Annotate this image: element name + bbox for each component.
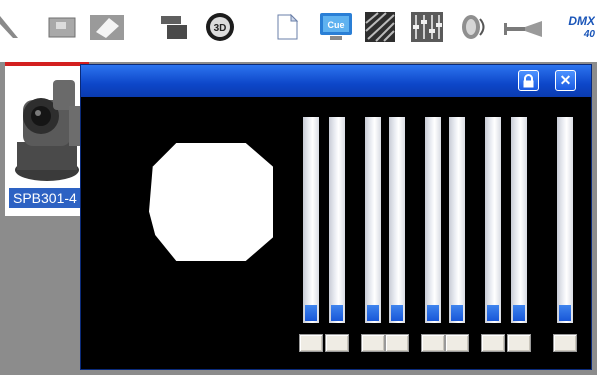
cue-monitor-icon: Cue [320, 13, 352, 40]
speaker-icon [462, 15, 485, 39]
3d-tool-label: 3D [214, 23, 227, 34]
close-button[interactable]: ✕ [555, 70, 576, 91]
cue-button[interactable]: Cue [318, 12, 354, 42]
control-window: ✕ [80, 64, 592, 370]
fader-6-slider[interactable] [449, 117, 465, 323]
fader-3-level [367, 305, 379, 321]
document-icon [277, 13, 299, 40]
fader-1-slider[interactable] [303, 117, 319, 323]
arrow-tool-icon [0, 16, 18, 38]
fader-7-level [487, 305, 499, 321]
toolbar: 3D Cue DMX 40 [0, 0, 597, 66]
strobe-button[interactable] [502, 12, 548, 42]
lock-button[interactable] [518, 70, 539, 91]
fader-7-slider[interactable] [485, 117, 501, 323]
effect-preview-shape [149, 143, 273, 261]
fader-5-level [427, 305, 439, 321]
fader-4-button[interactable] [385, 334, 409, 352]
3d-tool-button[interactable]: 3D [204, 12, 236, 42]
fader-1-button[interactable] [299, 334, 323, 352]
diamond-tool-button[interactable] [88, 12, 128, 42]
fader-3-slider[interactable] [365, 117, 381, 323]
diamond-tool-icon [90, 15, 124, 40]
close-icon: ✕ [559, 72, 572, 88]
arrow-tool-button[interactable] [0, 12, 22, 42]
mixer-faders-icon [411, 12, 443, 42]
device-label: SPB301-4 [9, 188, 89, 208]
lock-icon [523, 73, 534, 87]
striped-panel-icon [365, 12, 395, 42]
stack-tool-icon [161, 16, 187, 39]
camera-image [9, 72, 85, 184]
fader-2-slider[interactable] [329, 117, 345, 323]
document-button[interactable] [272, 12, 302, 42]
3d-tool-icon: 3D [206, 13, 234, 41]
app-window: 3D Cue DMX 40 SPB301-4 ✕ [0, 0, 597, 375]
fader-6-level [451, 305, 463, 321]
fader-4-level [391, 305, 403, 321]
fader-8-button[interactable] [507, 334, 531, 352]
fader-2-level [331, 305, 343, 321]
fader-4-slider[interactable] [389, 117, 405, 323]
fader-5-button[interactable] [421, 334, 445, 352]
fader-3-button[interactable] [361, 334, 385, 352]
fader-9-button[interactable] [553, 334, 577, 352]
brand-logo: DMX 40 [565, 14, 595, 42]
fader-7-button[interactable] [481, 334, 505, 352]
striped-panel-button[interactable] [364, 12, 396, 42]
mixer-button[interactable] [410, 12, 444, 42]
window-titlebar[interactable]: ✕ [81, 65, 591, 97]
fader-5-slider[interactable] [425, 117, 441, 323]
window-tool-button[interactable] [46, 12, 78, 42]
fader-2-button[interactable] [325, 334, 349, 352]
fader-9-slider[interactable] [557, 117, 573, 323]
stack-tool-button[interactable] [156, 12, 194, 42]
fader-1-level [305, 305, 317, 321]
strobe-icon [504, 21, 542, 37]
fader-8-slider[interactable] [511, 117, 527, 323]
brand-line1: DMX [568, 14, 595, 28]
fader-9-level [559, 305, 571, 321]
fader-6-button[interactable] [445, 334, 469, 352]
fader-8-level [513, 305, 525, 321]
cue-label: Cue [327, 20, 344, 30]
brand-line2: 40 [583, 29, 595, 40]
device-tile[interactable]: SPB301-4 [5, 62, 89, 216]
window-tool-icon [48, 17, 76, 38]
speaker-button[interactable] [456, 12, 490, 42]
